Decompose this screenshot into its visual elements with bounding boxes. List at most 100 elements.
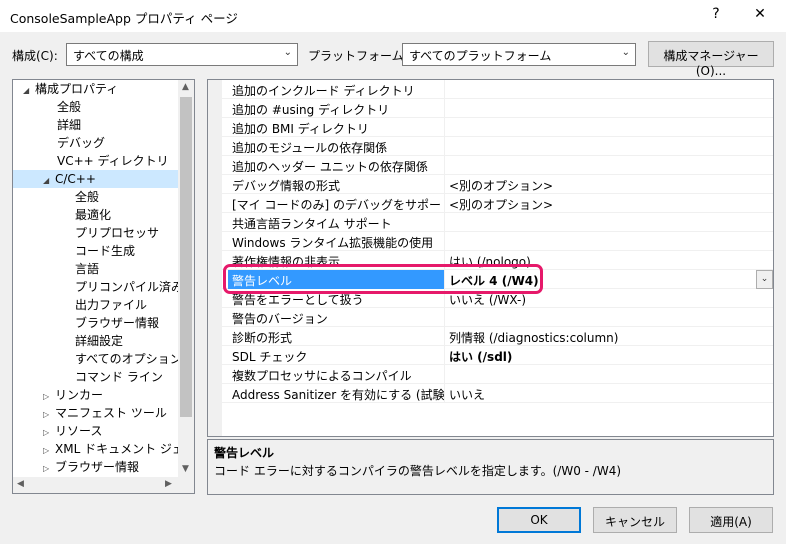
scroll-up-icon[interactable]: ▲ xyxy=(182,82,189,92)
tree-item-label: VC++ ディレクトリ xyxy=(57,154,169,168)
tree-item-label: 言語 xyxy=(75,262,100,276)
config-dropdown[interactable]: すべての構成 ⌄ xyxy=(66,43,298,66)
ok-button[interactable]: OK xyxy=(497,507,581,533)
tree-item[interactable]: ◢ C/C++ xyxy=(13,170,178,188)
tree-item[interactable]: 最適化 xyxy=(13,206,178,224)
property-value[interactable]: はい (/sdl) xyxy=(449,348,512,365)
property-name: 追加の #using ディレクトリ xyxy=(232,103,390,117)
tree-item-label: 出力ファイル xyxy=(75,298,148,312)
property-name: Windows ランタイム拡張機能の使用 xyxy=(232,236,434,250)
scroll-right-icon[interactable]: ▶ xyxy=(165,479,172,489)
scroll-left-icon[interactable]: ◀ xyxy=(17,479,24,489)
property-name: デバッグ情報の形式 xyxy=(232,179,341,193)
title-bar: ConsoleSampleApp プロパティ ページ ? ✕ xyxy=(0,0,786,32)
tree-item-label: XML ドキュメント ジェネレー xyxy=(55,442,194,456)
tree-item[interactable]: ▷ マニフェスト ツール xyxy=(13,404,178,422)
scroll-down-icon[interactable]: ▼ xyxy=(182,464,189,474)
property-name: 追加のモジュールの依存関係 xyxy=(232,141,388,155)
tree-item-label: マニフェスト ツール xyxy=(55,406,167,420)
chevron-down-icon: ⌄ xyxy=(760,274,769,284)
tree-item[interactable]: コマンド ライン xyxy=(13,368,178,386)
property-value[interactable]: いいえ xyxy=(449,386,485,403)
chevron-down-icon: ⌄ xyxy=(621,47,630,58)
tree-item[interactable]: コード生成 xyxy=(13,242,178,260)
property-row[interactable]: 複数プロセッサによるコンパイル xyxy=(208,365,773,384)
tree-item[interactable]: 詳細設定 xyxy=(13,332,178,350)
help-button[interactable]: ? xyxy=(704,6,728,26)
property-tree[interactable]: ◢ 構成プロパティ 全般 詳細 デバッグ VC++ ディレクトリ ◢ C/C++ 全般 最適化 プリ… xyxy=(12,79,195,494)
description-text: コード エラーに対するコンパイラの警告レベルを指定します。(/W0 - /W4) xyxy=(214,464,622,478)
column-separator xyxy=(444,232,445,251)
tree-item[interactable]: ブラウザー情報 xyxy=(13,314,178,332)
property-name: 共通言語ランタイム サポート xyxy=(232,217,392,231)
tree-item-label: 詳細設定 xyxy=(75,334,124,348)
column-separator xyxy=(444,308,445,327)
property-row[interactable]: 診断の形式 列情報 (/diagnostics:column) xyxy=(208,327,773,346)
tree-item[interactable]: ▷ リンカー xyxy=(13,386,178,404)
platform-dropdown[interactable]: すべてのプラットフォーム ⌄ xyxy=(402,43,636,66)
tree-item[interactable]: 出力ファイル xyxy=(13,296,178,314)
tree-item[interactable]: ◢ 構成プロパティ xyxy=(13,80,178,98)
tree-item[interactable]: 全般 xyxy=(13,98,178,116)
tree-item[interactable]: VC++ ディレクトリ xyxy=(13,152,178,170)
column-separator xyxy=(444,384,445,403)
tree-item[interactable]: 全般 xyxy=(13,188,178,206)
config-manager-button[interactable]: 構成マネージャー(O)... xyxy=(648,41,774,78)
column-separator xyxy=(444,365,445,384)
platform-dropdown-value: すべてのプラットフォーム xyxy=(409,49,552,63)
property-name: 追加のインクルード ディレクトリ xyxy=(232,84,415,98)
scroll-corner xyxy=(178,477,194,493)
property-row[interactable]: 警告のバージョン xyxy=(208,308,773,327)
property-name: [マイ コードのみ] のデバッグをサポートする xyxy=(232,198,444,212)
tree-item-label: 最適化 xyxy=(75,208,112,222)
tree-item[interactable]: ▷ ブラウザー情報 xyxy=(13,458,178,476)
tree-item[interactable]: 言語 xyxy=(13,260,178,278)
property-row[interactable]: 追加のヘッダー ユニットの依存関係 xyxy=(208,156,773,175)
column-separator xyxy=(444,118,445,137)
property-name: 追加の BMI ディレクトリ xyxy=(232,122,369,136)
tree-item[interactable]: プリプロセッサ xyxy=(13,224,178,242)
column-separator xyxy=(444,327,445,346)
tree-scroll-thumb[interactable] xyxy=(180,97,192,417)
collapsed-triangle-icon[interactable]: ▷ xyxy=(43,460,55,478)
property-row[interactable]: 追加の #using ディレクトリ xyxy=(208,99,773,118)
apply-button[interactable]: 適用(A) xyxy=(689,507,773,533)
property-row[interactable]: 追加のモジュールの依存関係 xyxy=(208,137,773,156)
property-row[interactable]: 追加の BMI ディレクトリ xyxy=(208,118,773,137)
tree-vertical-scrollbar[interactable]: ▲ ▼ xyxy=(178,80,194,478)
property-row[interactable]: 共通言語ランタイム サポート xyxy=(208,213,773,232)
tree-item[interactable]: プリコンパイル済みヘッ xyxy=(13,278,194,296)
tree-item[interactable]: ▷ リソース xyxy=(13,422,178,440)
tree-item[interactable]: すべてのオプション xyxy=(13,350,182,368)
property-row[interactable]: 追加のインクルード ディレクトリ xyxy=(208,80,773,99)
tree-horizontal-scrollbar[interactable]: ◀ ▶ xyxy=(13,477,194,493)
property-value[interactable]: <別のオプション> xyxy=(449,196,553,213)
property-name: Address Sanitizer を有効にする (試験段階 xyxy=(232,388,444,402)
property-row[interactable]: Windows ランタイム拡張機能の使用 xyxy=(208,232,773,251)
tree-item-label: ブラウザー情報 xyxy=(75,316,160,330)
property-row[interactable]: SDL チェック はい (/sdl) xyxy=(208,346,773,365)
column-separator xyxy=(444,175,445,194)
property-value[interactable]: 列情報 (/diagnostics:column) xyxy=(449,329,618,346)
column-separator xyxy=(444,137,445,156)
property-value[interactable]: <別のオプション> xyxy=(449,177,553,194)
tree-item-label: 詳細 xyxy=(57,118,82,132)
tree-item[interactable]: ▷XML ドキュメント ジェネレー xyxy=(13,440,194,458)
tree-item[interactable]: 詳細 xyxy=(13,116,178,134)
config-label: 構成(C): xyxy=(12,49,58,63)
property-row[interactable]: Address Sanitizer を有効にする (試験段階いいえ xyxy=(208,384,773,403)
tree-item-label: 全般 xyxy=(75,190,100,204)
tree-item[interactable]: デバッグ xyxy=(13,134,178,152)
tree-item-label: リンカー xyxy=(55,388,104,402)
property-row[interactable]: デバッグ情報の形式 <別のオプション> xyxy=(208,175,773,194)
property-name: 複数プロセッサによるコンパイル xyxy=(232,369,412,383)
cancel-button[interactable]: キャンセル xyxy=(593,507,677,533)
property-name: SDL チェック xyxy=(232,350,308,364)
property-name: 警告のバージョン xyxy=(232,312,328,326)
value-dropdown-button[interactable]: ⌄ xyxy=(756,270,773,289)
property-grid[interactable]: 追加のインクルード ディレクトリ 追加の #using ディレクトリ 追加の BMI… xyxy=(207,79,774,437)
tree-item-label: リソース xyxy=(55,424,103,438)
close-button[interactable]: ✕ xyxy=(748,6,772,26)
property-row[interactable]: [マイ コードのみ] のデバッグをサポートする <別のオプション> xyxy=(208,194,773,213)
tree-item-label: デバッグ xyxy=(57,136,106,150)
